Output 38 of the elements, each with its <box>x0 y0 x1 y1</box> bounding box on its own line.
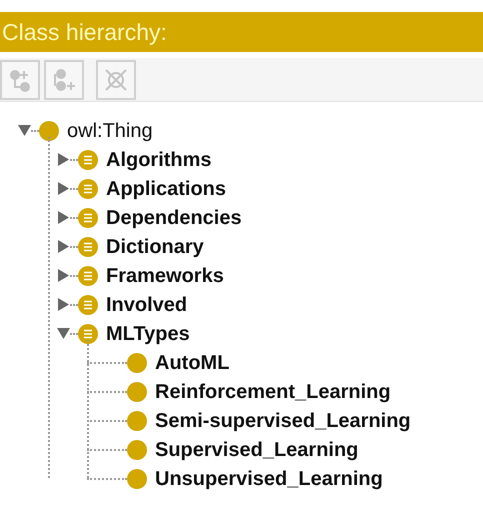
class-label[interactable]: Frameworks <box>106 260 224 290</box>
defined-class-icon <box>78 208 98 228</box>
class-label[interactable]: Supervised_Learning <box>155 434 358 464</box>
collapse-toggle[interactable] <box>18 124 31 137</box>
class-label[interactable]: AutoML <box>155 348 230 378</box>
class-label[interactable]: Reinforcement_Learning <box>155 376 391 406</box>
expand-toggle[interactable] <box>57 182 70 195</box>
add-sibling-icon <box>51 67 77 93</box>
class-label[interactable]: MLTypes <box>106 318 190 348</box>
collapse-toggle[interactable] <box>57 327 70 340</box>
panel-title: Class hierarchy: <box>0 12 483 52</box>
expand-toggle[interactable] <box>57 153 70 166</box>
class-label[interactable]: Dependencies <box>106 202 242 232</box>
defined-class-icon <box>78 294 98 314</box>
class-label[interactable]: Applications <box>106 174 226 204</box>
class-label[interactable]: Involved <box>106 290 188 320</box>
class-label[interactable]: owl:Thing <box>67 116 153 146</box>
expand-toggle[interactable] <box>57 240 70 253</box>
class-icon <box>127 382 147 402</box>
expand-toggle[interactable] <box>57 211 70 224</box>
defined-class-icon <box>78 150 98 170</box>
class-label[interactable]: Semi-supervised_Learning <box>155 406 411 436</box>
class-icon <box>127 440 147 460</box>
class-icon <box>39 120 59 140</box>
defined-class-icon <box>78 236 98 256</box>
expand-toggle[interactable] <box>57 269 70 282</box>
defined-class-icon <box>78 324 98 344</box>
add-subclass-icon <box>7 67 33 93</box>
delete-icon <box>103 67 129 93</box>
class-icon <box>127 468 147 488</box>
defined-class-icon <box>78 178 98 198</box>
class-label[interactable]: Dictionary <box>106 232 204 262</box>
defined-class-icon <box>78 266 98 286</box>
class-label[interactable]: Unsupervised_Learning <box>155 464 383 494</box>
class-label[interactable]: Algorithms <box>106 144 212 174</box>
class-icon <box>127 410 147 430</box>
class-icon <box>127 352 147 372</box>
expand-toggle[interactable] <box>57 298 70 311</box>
